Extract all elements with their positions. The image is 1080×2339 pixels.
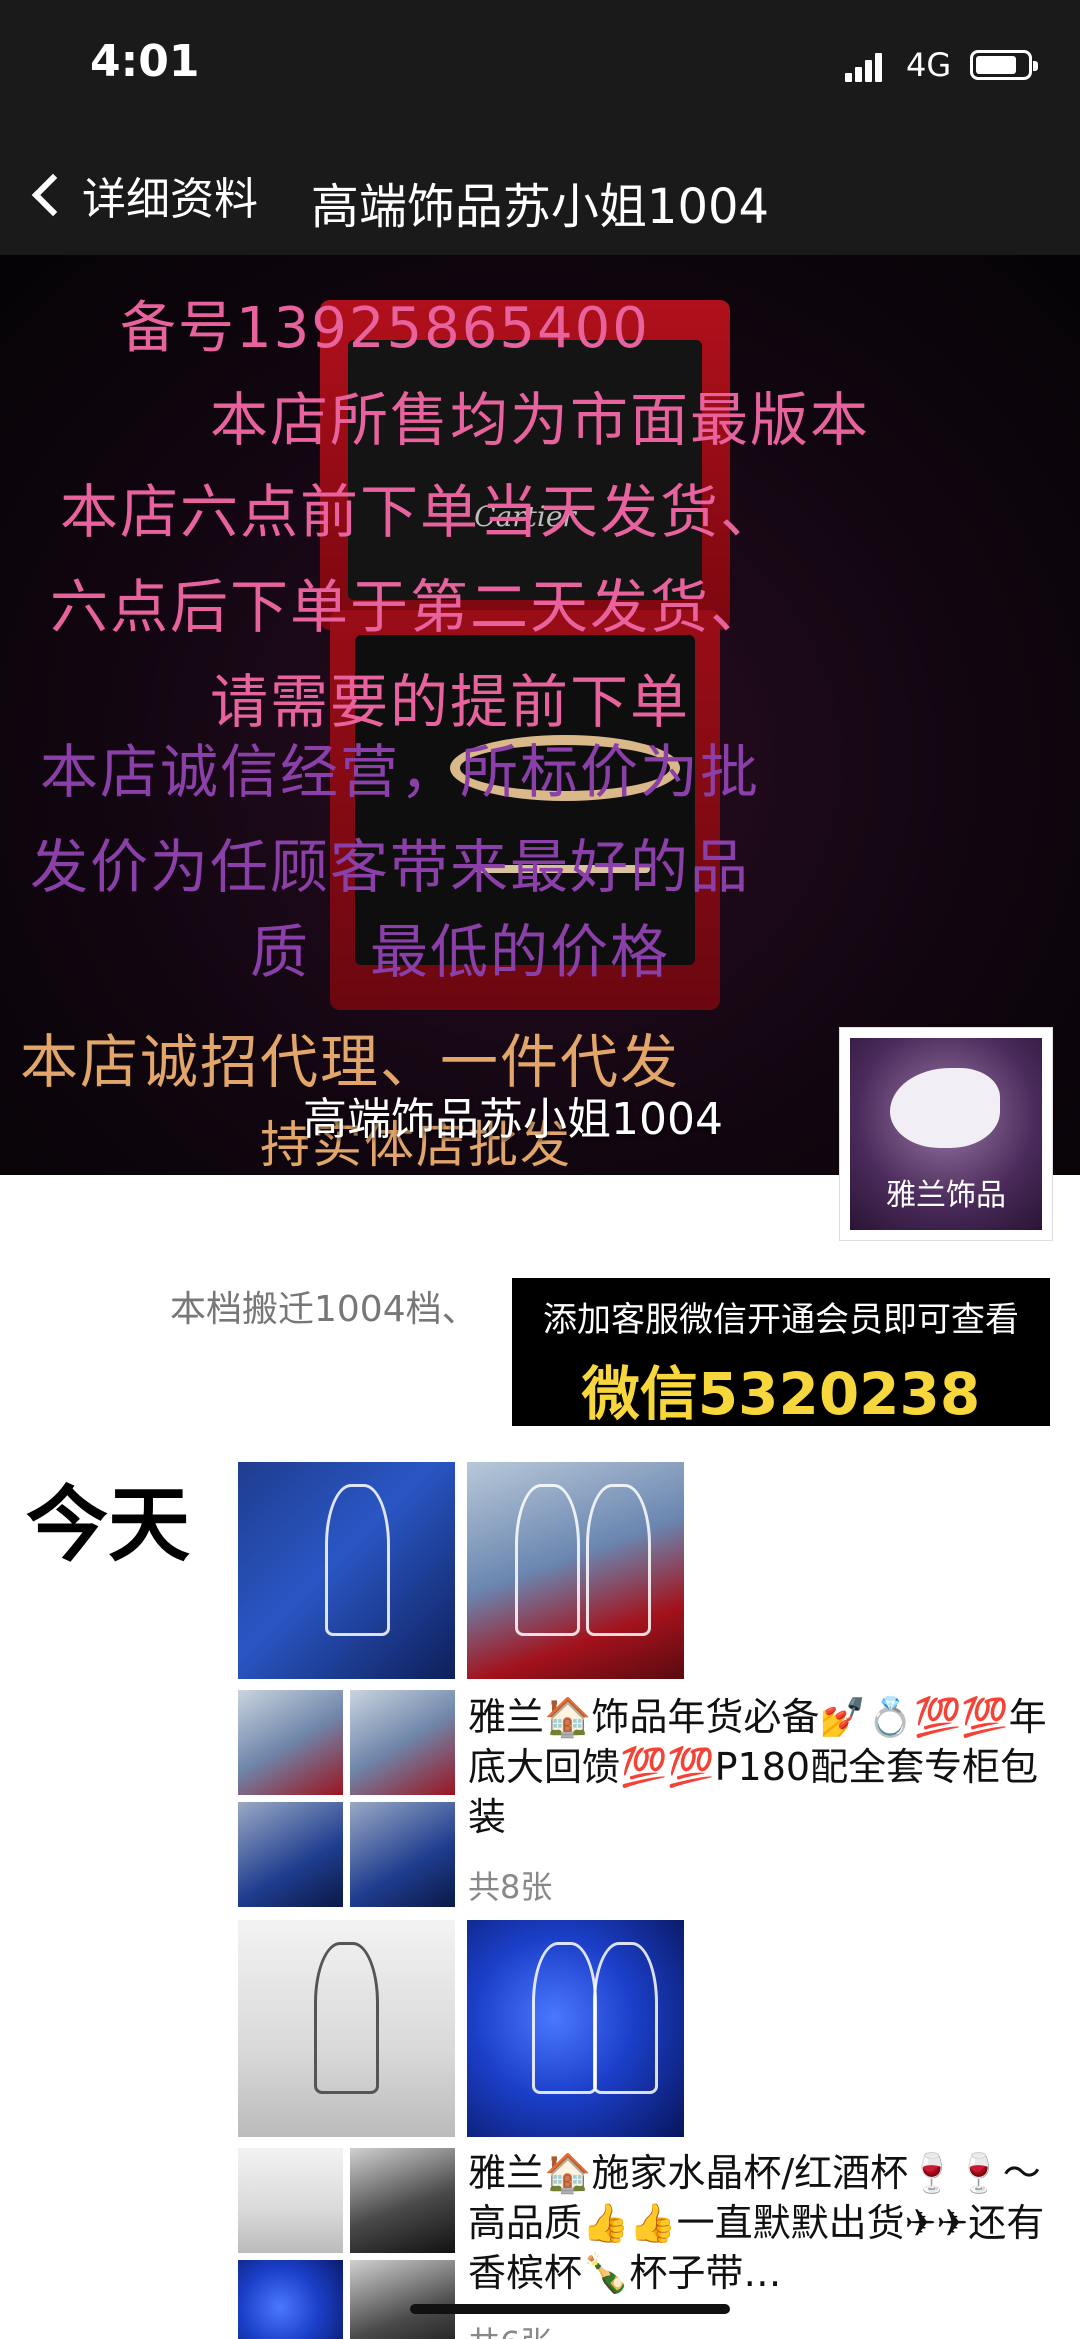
watermark-banner: 添加客服微信开通会员即可查看 微信5320238: [512, 1278, 1050, 1428]
post-thumbnail[interactable]: [238, 2148, 343, 2253]
cover-text-line: 本店诚信经营，所标价为批: [40, 738, 761, 806]
post-thumbnail[interactable]: [238, 1690, 343, 1795]
post-photo-pair[interactable]: [238, 1920, 688, 2140]
profile-signature: 本档搬迁1004档、: [170, 1289, 478, 1330]
post-photo-count: 共6张: [468, 2318, 552, 2339]
post-thumbnail[interactable]: [350, 2260, 455, 2339]
network-type: 4G: [906, 46, 952, 84]
battery-level: [976, 56, 1016, 74]
post-thumbnail[interactable]: [350, 1802, 455, 1907]
cover-text-line: 六点后下单于第二天发货、: [50, 573, 771, 641]
cover-text-line: 本店所售均为市面最版本: [209, 386, 870, 454]
post-image-grid[interactable]: [238, 1690, 458, 1910]
nav-bar: 详细资料 高端饰品苏小姐1004: [0, 135, 1080, 255]
post-photo-count: 共8张: [468, 1868, 553, 1906]
post-caption[interactable]: 雅兰🏠施家水晶杯/红酒杯🍷🍷～高品质👍👍一直默默出货✈✈还有香槟杯🍾杯子带…: [468, 2148, 1048, 2298]
post-thumbnail[interactable]: [467, 1462, 684, 1679]
home-indicator[interactable]: [410, 2304, 730, 2314]
status-time: 4:01: [90, 36, 200, 87]
post-thumbnail[interactable]: [350, 1690, 455, 1795]
status-bar: 4:01 4G: [0, 0, 1080, 135]
post-thumbnail[interactable]: [238, 1920, 455, 2137]
cover-text-line: 质 最低的价格: [250, 918, 671, 986]
banner-wechat-id: 微信5320238: [581, 1360, 981, 1428]
cover-text-line: 发价为任顾客带来最好的品: [30, 833, 751, 901]
avatar[interactable]: 雅兰饰品: [840, 1028, 1052, 1240]
page-title: 高端饰品苏小姐1004: [310, 179, 770, 235]
post-caption[interactable]: 雅兰🏠饰品年货必备💅💍💯💯年底大回馈💯💯P180配全套专柜包装: [468, 1692, 1048, 1842]
cover-text-line: 备号13925865400: [120, 296, 650, 361]
date-label: 今天: [26, 1478, 191, 1573]
banner-text: 添加客服微信开通会员即可查看: [543, 1300, 1019, 1340]
profile-name: 高端饰品苏小姐1004: [303, 1094, 723, 1145]
cover-text-line: 本店六点前下单当天发货、: [60, 478, 781, 546]
post-thumbnail[interactable]: [238, 2260, 343, 2339]
post-photo-pair[interactable]: [238, 1462, 688, 1682]
battery-icon: [970, 50, 1038, 80]
post-thumbnail[interactable]: [238, 1802, 343, 1907]
swan-image: [890, 1068, 1000, 1148]
avatar-label: 雅兰饰品: [886, 1178, 1006, 1213]
post-thumbnail[interactable]: [238, 1462, 455, 1679]
post-thumbnail[interactable]: [467, 1920, 684, 2137]
post-thumbnail[interactable]: [350, 2148, 455, 2253]
signal-icon: [845, 52, 885, 82]
